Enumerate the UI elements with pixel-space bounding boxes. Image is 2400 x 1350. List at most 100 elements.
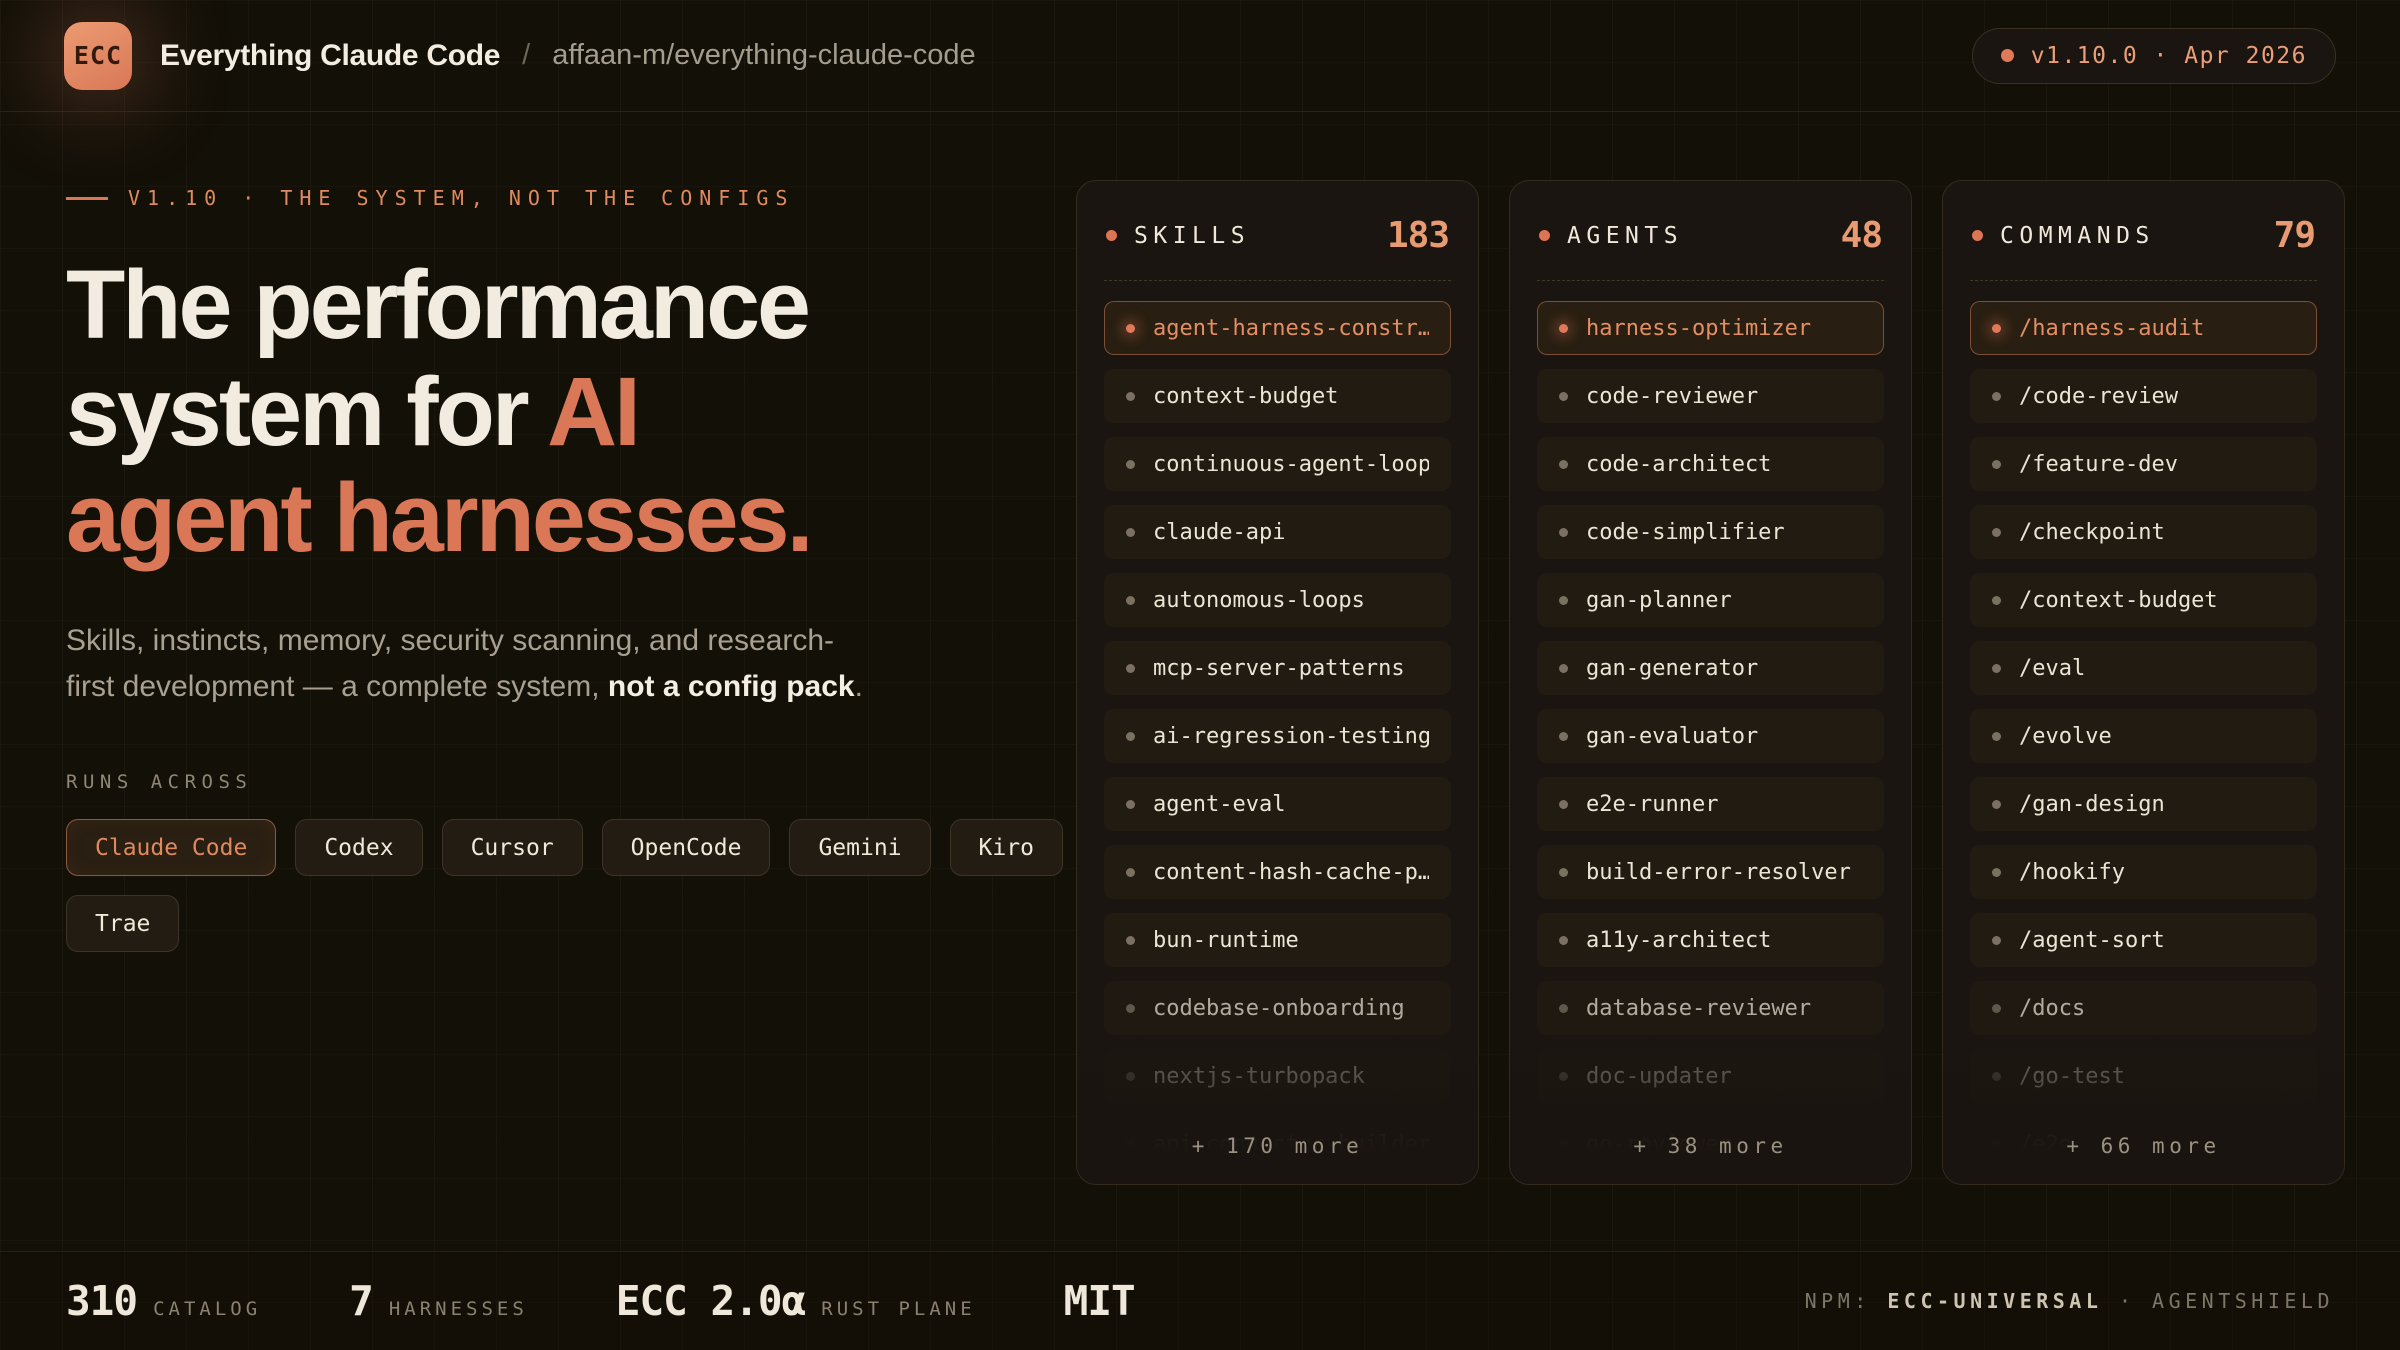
item-dot-icon	[1992, 528, 2001, 537]
list-item[interactable]: /hookify	[1970, 845, 2317, 899]
npm-label: NPM:	[1805, 1289, 1871, 1313]
list-item[interactable]: agent-harness-constr…	[1104, 301, 1451, 355]
list-item-label: /harness-audit	[2019, 316, 2204, 341]
item-dot-icon	[1559, 1004, 1568, 1013]
list-item-label: code-simplifier	[1586, 520, 1785, 545]
list-item-label: gan-planner	[1586, 588, 1732, 613]
card-title: AGENTS	[1567, 223, 1683, 249]
chip-gemini[interactable]: Gemini	[789, 819, 930, 876]
card-separator	[1537, 280, 1884, 281]
list-item-label: code-reviewer	[1586, 384, 1758, 409]
list-item-label: /context-budget	[2019, 588, 2218, 613]
item-dot-icon	[1992, 1004, 2001, 1013]
list-item[interactable]: gan-generator	[1537, 641, 1884, 695]
list-item[interactable]: gan-evaluator	[1537, 709, 1884, 763]
list-item[interactable]: ai-regression-testing	[1104, 709, 1451, 763]
npm-info: NPM: ECC-UNIVERSAL · AGENTSHIELD	[1805, 1289, 2334, 1313]
item-dot-icon	[1559, 324, 1568, 333]
list-item[interactable]: code-reviewer	[1537, 369, 1884, 423]
list-item-label: claude-api	[1153, 520, 1285, 545]
list-item[interactable]: build-error-resolver	[1537, 845, 1884, 899]
list-item[interactable]: gan-planner	[1537, 573, 1884, 627]
list-item[interactable]: claude-api	[1104, 505, 1451, 559]
list-item[interactable]: /checkpoint	[1970, 505, 2317, 559]
hero-subtitle: Skills, instincts, memory, security scan…	[66, 618, 1076, 709]
item-dot-icon	[1126, 392, 1135, 401]
card-header: SKILLS183	[1104, 209, 1451, 256]
list-item[interactable]: /evolve	[1970, 709, 2317, 763]
list-item[interactable]: codebase-onboarding	[1104, 981, 1451, 1035]
eyebrow-dash-icon	[66, 197, 108, 200]
list-item[interactable]: /gan-design	[1970, 777, 2317, 831]
list-item[interactable]: /context-budget	[1970, 573, 2317, 627]
list-item-label: a11y-architect	[1586, 928, 1771, 953]
list-item[interactable]: bun-runtime	[1104, 913, 1451, 967]
list-item[interactable]: database-reviewer	[1537, 981, 1884, 1035]
item-dot-icon	[1126, 596, 1135, 605]
card-separator	[1104, 280, 1451, 281]
item-dot-icon	[1559, 460, 1568, 469]
repo-breadcrumb[interactable]: affaan-m/everything-claude-code	[552, 39, 975, 72]
list-item-label: ai-regression-testing	[1153, 724, 1429, 749]
more-count-label: + 66 more	[1943, 1134, 2344, 1158]
list-item-label: harness-optimizer	[1586, 316, 1811, 341]
list-item[interactable]: e2e-runner	[1537, 777, 1884, 831]
chip-cursor[interactable]: Cursor	[442, 819, 583, 876]
chip-codex[interactable]: Codex	[295, 819, 422, 876]
footer-stat: ECC 2.0αRUST PLANE	[616, 1277, 976, 1325]
list-item[interactable]: /harness-audit	[1970, 301, 2317, 355]
more-count-label: + 38 more	[1510, 1134, 1911, 1158]
card-item-list: harness-optimizer code-reviewer code-archi…	[1537, 301, 1884, 1171]
footer-stat-value: MIT	[1064, 1277, 1135, 1325]
footer-stat: MIT	[1064, 1277, 1135, 1325]
list-item[interactable]: /eval	[1970, 641, 2317, 695]
list-item[interactable]: content-hash-cache-p…	[1104, 845, 1451, 899]
list-item[interactable]: doc-updater	[1537, 1049, 1884, 1103]
list-item[interactable]: /agent-sort	[1970, 913, 2317, 967]
card-dot-icon	[1539, 230, 1550, 241]
list-item-label: /go-test	[2019, 1064, 2125, 1089]
list-item[interactable]: context-budget	[1104, 369, 1451, 423]
item-dot-icon	[1559, 1072, 1568, 1081]
list-item[interactable]: continuous-agent-loop	[1104, 437, 1451, 491]
list-item[interactable]: /go-test	[1970, 1049, 2317, 1103]
version-badge[interactable]: v1.10.0 · Apr 2026	[1972, 28, 2336, 84]
list-item-label: nextjs-turbopack	[1153, 1064, 1365, 1089]
list-item[interactable]: autonomous-loops	[1104, 573, 1451, 627]
chip-trae[interactable]: Trae	[66, 895, 179, 952]
list-item-label: /code-review	[2019, 384, 2178, 409]
list-item[interactable]: /code-review	[1970, 369, 2317, 423]
list-item[interactable]: mcp-server-patterns	[1104, 641, 1451, 695]
footer-stats: 310CATALOG7HARNESSESECC 2.0αRUST PLANEMI…	[66, 1277, 1135, 1325]
page-title: The performancesystem for AIagent harnes…	[66, 252, 1076, 572]
footer-stat-label: RUST PLANE	[821, 1298, 975, 1320]
ecc-logo[interactable]: ECC	[64, 22, 132, 90]
item-dot-icon	[1126, 1004, 1135, 1013]
chip-kiro[interactable]: Kiro	[950, 819, 1063, 876]
list-item[interactable]: code-architect	[1537, 437, 1884, 491]
item-dot-icon	[1126, 528, 1135, 537]
list-item[interactable]: /docs	[1970, 981, 2317, 1035]
card-title: SKILLS	[1134, 223, 1250, 249]
item-dot-icon	[1559, 392, 1568, 401]
list-item[interactable]: code-simplifier	[1537, 505, 1884, 559]
footer-stat: 7HARNESSES	[349, 1277, 528, 1325]
breadcrumb-separator: /	[522, 39, 530, 72]
item-dot-icon	[1992, 732, 2001, 741]
list-item[interactable]: a11y-architect	[1537, 913, 1884, 967]
list-item[interactable]: agent-eval	[1104, 777, 1451, 831]
chip-claude-code[interactable]: Claude Code	[66, 819, 276, 876]
eyebrow-label: V1.10 · THE SYSTEM, NOT THE CONFIGS	[128, 186, 794, 210]
footer-stat-value: 7	[349, 1277, 373, 1325]
item-dot-icon	[1559, 732, 1568, 741]
item-dot-icon	[1992, 868, 2001, 877]
npm-package-name[interactable]: ECC-UNIVERSAL	[1887, 1289, 2102, 1313]
list-item-label: /evolve	[2019, 724, 2112, 749]
card-agents: AGENTS48harness-optimizercode-reviewerco…	[1509, 180, 1912, 1185]
list-item[interactable]: harness-optimizer	[1537, 301, 1884, 355]
list-item[interactable]: nextjs-turbopack	[1104, 1049, 1451, 1103]
list-item[interactable]: /feature-dev	[1970, 437, 2317, 491]
item-dot-icon	[1559, 800, 1568, 809]
item-dot-icon	[1559, 868, 1568, 877]
chip-opencode[interactable]: OpenCode	[602, 819, 771, 876]
